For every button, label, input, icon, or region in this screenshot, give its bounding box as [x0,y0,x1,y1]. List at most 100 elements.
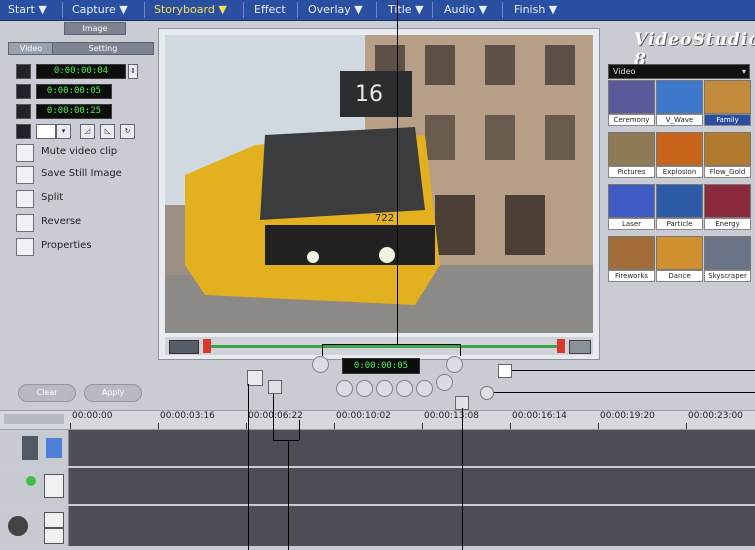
video-track-header [0,430,69,466]
audio-track[interactable] [0,506,755,546]
library-thumbnail[interactable]: Family [704,80,751,126]
ruler-label: 00:00:23:00 [688,411,743,421]
library-dropdown-value: Video [613,67,636,76]
thumbnail-label: Family [704,114,751,126]
overlay-track-icon [44,474,64,498]
duration-icon [16,64,31,79]
speaker-icon [16,144,34,162]
thumbnail-image [656,80,703,114]
thumbnail-label: Particle [656,218,703,230]
menu-capture[interactable]: Capture ▼ [72,3,128,17]
tab-image[interactable]: Image [64,22,126,35]
menu-separator [297,2,298,18]
mark-in-timecode[interactable]: 0:00:00:05 [36,84,112,99]
duration-timecode[interactable]: 0:00:00:04 [36,64,126,79]
library-thumbnail[interactable]: Energy [704,184,751,230]
ruler-tick [334,423,335,429]
properties-option[interactable]: Properties [16,236,156,258]
overlay-track[interactable] [0,468,755,504]
reverse-option[interactable]: Reverse [16,212,156,234]
callout-line [512,370,755,371]
library-thumbnail[interactable]: Dance [656,236,703,282]
project-clip-toggle[interactable] [169,340,199,354]
transport-controls: 0:00:00:05 [280,354,480,406]
next-frame-button[interactable] [396,380,413,397]
thumbnail-image [608,184,655,218]
menu-start[interactable]: Start ▼ [8,3,47,17]
menu-audio[interactable]: Audio ▼ [444,3,487,17]
library-thumbnail[interactable]: Laser [608,184,655,230]
scrub-track[interactable] [207,345,562,348]
app-logo: VideoStudio 8 [634,30,755,70]
ruler-label: 00:00:16:14 [512,411,567,421]
thumbnail-image [704,184,751,218]
split-label: Split [41,192,64,203]
volume-knob-icon[interactable] [480,386,494,400]
repeat-button[interactable] [436,374,453,391]
voice-track-icon [44,512,64,528]
duration-spinner[interactable]: ⇕ [128,64,138,79]
library-dropdown[interactable]: Video ▾ [608,64,750,79]
home-button[interactable] [356,380,373,397]
timeline-view-icon[interactable] [247,370,263,386]
fade-out-button[interactable]: ◺ [100,124,115,139]
clear-button[interactable]: Clear [18,384,76,402]
menu-separator [432,2,433,18]
thumbnail-label: Pictures [608,166,655,178]
tab-setting[interactable]: Setting [52,42,154,55]
trim-handle-left[interactable] [203,339,211,353]
mark-out-button[interactable] [446,356,463,373]
tab-video[interactable]: Video [8,42,54,55]
apply-button[interactable]: Apply [84,384,142,402]
thumbnail-label: Dance [656,270,703,282]
previous-frame-button[interactable] [376,380,393,397]
play-button[interactable] [336,380,353,397]
tram-side-number: 722 [375,213,394,224]
rotate-button[interactable]: ↻ [120,124,135,139]
menu-overlay[interactable]: Overlay ▼ [308,3,363,17]
video-track[interactable] [0,430,755,466]
library-thumbnail[interactable]: Skyscraper [704,236,751,282]
preview-timecode[interactable]: 0:00:00:05 [342,358,420,374]
mark-out-row: 0:00:00:25 [16,104,156,119]
end-button[interactable] [416,380,433,397]
fade-in-button[interactable]: ◿ [80,124,95,139]
volume-down-button[interactable]: ▾ [56,124,71,139]
zoom-controls[interactable] [4,414,64,424]
trim-handle-right[interactable] [557,339,565,353]
zoom-icon[interactable] [268,380,282,394]
callout-line [397,0,398,344]
save-still-option[interactable]: Save Still Image [16,164,156,186]
ruler-label: 00:00:19:20 [600,411,655,421]
menu-storyboard[interactable]: Storyboard ▼ [154,3,227,17]
reverse-icon [16,214,34,232]
menu-finish[interactable]: Finish ▼ [514,3,557,17]
scrub-bar[interactable] [165,337,593,355]
timeline-ruler[interactable]: 00:00:00 00:00:03:16 00:00:06:22 00:00:10:0… [0,410,755,430]
volume-value[interactable] [36,124,56,139]
split-option[interactable]: Split [16,188,156,210]
split-icon [16,190,34,208]
library-thumbnail[interactable]: Fireworks [608,236,655,282]
library-thumbnail[interactable]: Ceremony [608,80,655,126]
library-panel: VideoStudio 8 Video ▾ Ceremony V_Wave Fami… [604,28,755,298]
menu-effect[interactable]: Effect [254,3,286,17]
mute-option[interactable]: Mute video clip [16,142,156,164]
menu-title[interactable]: Title ▼ [388,3,424,17]
library-thumbnail[interactable]: V_Wave [656,80,703,126]
mark-in-button[interactable] [312,356,329,373]
audio-track-header [0,506,69,546]
menu-separator [502,2,503,18]
library-thumbnail[interactable]: Flow_Gold [704,132,751,178]
active-indicator-icon [26,476,36,486]
library-thumbnail[interactable]: Particle [656,184,703,230]
thumbnail-image [656,184,703,218]
thumbnail-label: Laser [608,218,655,230]
chevron-down-icon: ▾ [741,67,746,76]
enlarge-icon[interactable] [498,364,512,378]
mark-out-timecode[interactable]: 0:00:00:25 [36,104,112,119]
library-thumbnail[interactable]: Explosion [656,132,703,178]
video-track-icon [22,436,38,460]
library-thumbnail[interactable]: Pictures [608,132,655,178]
volume-icon[interactable] [569,340,591,354]
